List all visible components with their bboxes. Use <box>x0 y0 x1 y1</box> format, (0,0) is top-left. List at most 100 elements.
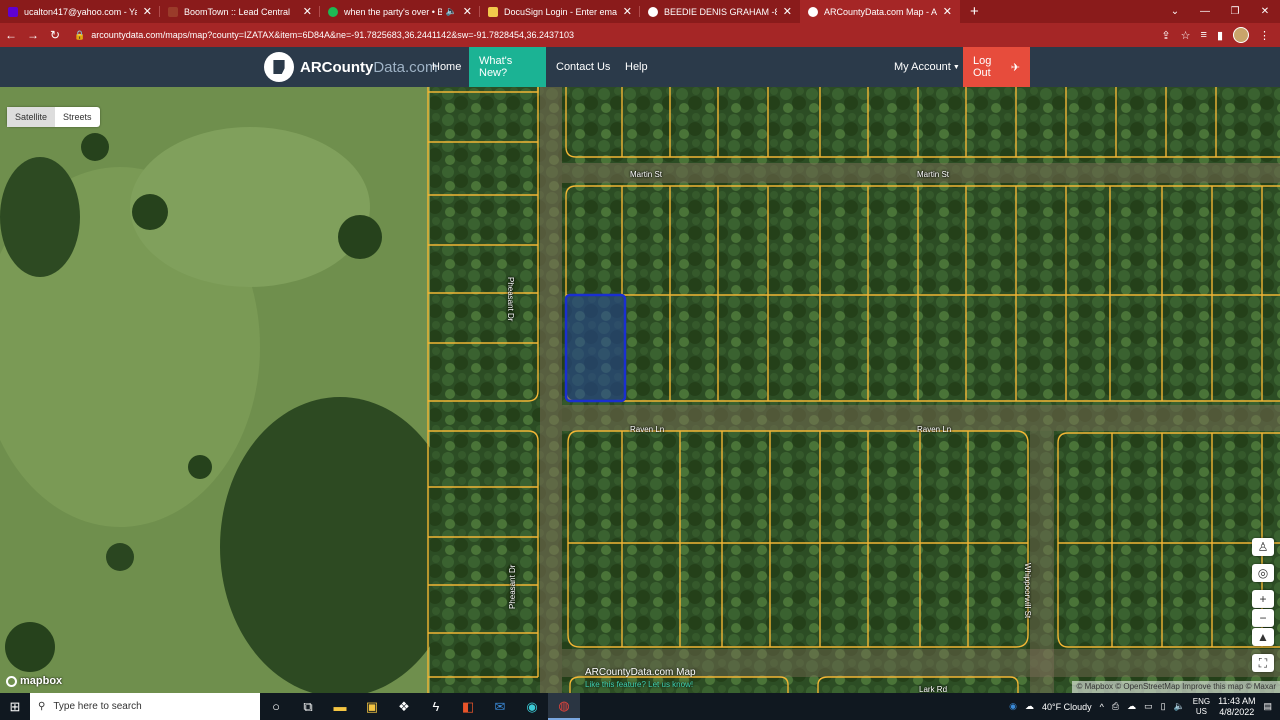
reading-list-icon[interactable]: ≡ <box>1201 29 1207 41</box>
address-bar: ← → ↻ 🔒 arcountydata.com/maps/map?county… <box>0 23 1280 47</box>
windows-start-icon[interactable]: ⊞ <box>0 699 30 715</box>
map-caption: ARCountyData.com Map Like this feature? … <box>585 667 696 689</box>
arkansas-logo-icon <box>264 52 294 82</box>
system-tray: ◉ ☁ 40°F Cloudy ^ ⎙ ☁ ▭ ▯ 🔈 ENG US 11:43 … <box>1009 696 1280 718</box>
tray-icon[interactable]: ▭ <box>1144 701 1153 712</box>
arcounty-icon <box>808 6 818 17</box>
zoom-out-icon[interactable]: − <box>1252 609 1274 627</box>
cortana-icon[interactable]: ○ <box>260 693 292 720</box>
pegman-icon[interactable]: ♙ <box>1252 538 1274 556</box>
fullscreen-icon[interactable]: ⛶ <box>1252 654 1274 672</box>
search-icon: ⚲ <box>38 701 46 712</box>
mapbox-icon <box>6 675 17 687</box>
back-icon[interactable]: ← <box>0 28 22 42</box>
close-tab-icon[interactable]: ✕ <box>623 5 632 18</box>
streets-button[interactable]: Streets <box>55 107 100 127</box>
onedrive-icon[interactable]: ☁ <box>1127 701 1136 712</box>
close-tab-icon[interactable]: ✕ <box>943 5 952 18</box>
parcel-map[interactable]: Satellite Streets Martin St Martin St Ra… <box>0 87 1280 693</box>
tab-beedie[interactable]: BEEDIE DENIS GRAHAM -800-09✕ <box>640 0 800 23</box>
reload-icon[interactable]: ↻ <box>44 28 66 42</box>
tab-yahoo-mail[interactable]: ucalton417@yahoo.com - Yahoo✕ <box>0 0 160 23</box>
street-label-whippoorwill: Whippoorwill St <box>1023 563 1032 619</box>
satellite-button[interactable]: Satellite <box>7 107 56 127</box>
show-hidden-icons[interactable]: ^ <box>1100 702 1104 712</box>
site-logo[interactable]: ARCounty Data.com <box>264 52 438 82</box>
close-tab-icon[interactable]: ✕ <box>783 5 792 18</box>
caret-down-icon: ▼ <box>952 63 960 71</box>
locate-icon[interactable]: ◎ <box>1252 564 1274 582</box>
file-explorer-icon[interactable]: ▬ <box>324 693 356 720</box>
nav-help[interactable]: Help <box>615 47 658 87</box>
url-field[interactable]: 🔒 arcountydata.com/maps/map?county=IZATA… <box>74 30 574 41</box>
selected-parcel[interactable] <box>564 293 627 403</box>
tab-docusign[interactable]: DocuSign Login - Enter email to✕ <box>480 0 640 23</box>
tree-cluster <box>220 397 460 693</box>
restore-icon[interactable]: ❐ <box>1220 0 1250 23</box>
site-navbar: ARCounty Data.com Home What's New? Contac… <box>0 47 1280 87</box>
tab-boomtown[interactable]: BoomTown :: Lead Central ✕ <box>160 0 320 23</box>
sidepanel-icon[interactable]: ▮ <box>1217 29 1223 42</box>
basemap-toggle: Satellite Streets <box>7 107 100 127</box>
nav-log-out[interactable]: Log Out ✈ <box>963 47 1030 87</box>
street-label-martin: Martin St <box>630 170 663 179</box>
weather-icon[interactable]: ☁ <box>1025 701 1034 712</box>
tab-search-icon[interactable]: ⌄ <box>1160 0 1190 23</box>
spotify-icon <box>328 6 338 17</box>
mail-icon[interactable]: ✉ <box>484 693 516 720</box>
browser-tabstrip: ucalton417@yahoo.com - Yahoo✕ BoomTown :… <box>0 0 1280 23</box>
street-label-lark: Lark Rd <box>919 685 948 693</box>
profile-avatar[interactable] <box>1233 27 1249 43</box>
forward-icon[interactable]: → <box>22 28 44 42</box>
screen: ucalton417@yahoo.com - Yahoo✕ BoomTown :… <box>0 0 1280 720</box>
street-label-raven: Raven Ln <box>917 425 952 434</box>
new-tab-button[interactable]: + <box>960 0 989 23</box>
globe-icon <box>648 6 658 17</box>
tray-icon[interactable]: ⎙ <box>1112 701 1119 712</box>
volume-icon[interactable]: 🔈 <box>1174 701 1185 712</box>
nav-contact-us[interactable]: Contact Us <box>546 47 620 87</box>
taskbar-search[interactable]: ⚲ Type here to search <box>30 693 260 720</box>
street-label-raven: Raven Ln <box>630 425 665 434</box>
notifications-icon[interactable]: ▤ <box>1263 701 1272 712</box>
edge-icon[interactable]: ◉ <box>516 693 548 720</box>
minimize-icon[interactable]: — <box>1190 0 1220 23</box>
windows-taskbar: ⊞ ⚲ Type here to search ○ ⧉ ▬ ▣ ❖ ϟ ◧ ✉ … <box>0 693 1280 720</box>
dropbox-icon[interactable]: ❖ <box>388 693 420 720</box>
bolt-app-icon[interactable]: ϟ <box>420 693 452 720</box>
share-icon[interactable]: ⇪ <box>1161 29 1170 42</box>
rocket-icon: ✈ <box>1010 61 1020 74</box>
close-tab-icon[interactable]: ✕ <box>463 5 472 18</box>
tab-arcountydata[interactable]: ARCountyData.com Map - ARCo✕ <box>800 0 960 23</box>
docusign-icon <box>488 6 498 17</box>
zoom-in-icon[interactable]: + <box>1252 590 1274 608</box>
menu-kebab-icon[interactable]: ⋮ <box>1259 29 1270 42</box>
bookmark-star-icon[interactable]: ☆ <box>1181 29 1191 42</box>
weather-text[interactable]: 40°F Cloudy <box>1042 702 1092 712</box>
tab-spotify[interactable]: when the party's over • Billie🔈✕ <box>320 0 480 23</box>
lock-icon[interactable]: 🔒 <box>74 30 85 41</box>
street-label-pheasant: Pheasant Dr <box>506 277 515 322</box>
close-window-icon[interactable]: ✕ <box>1250 0 1280 23</box>
nav-whats-new[interactable]: What's New? <box>469 47 546 87</box>
yahoo-mail-icon <box>8 6 18 17</box>
map-attribution[interactable]: © Mapbox © OpenStreetMap Improve this ma… <box>1072 681 1280 693</box>
nav-home[interactable]: Home <box>422 47 471 87</box>
nav-my-account[interactable]: My Account ▼ <box>884 47 970 87</box>
language-indicator[interactable]: ENG US <box>1193 697 1210 717</box>
window-controls: ⌄ — ❐ ✕ <box>1160 0 1280 23</box>
compass-icon[interactable]: ▲ <box>1252 628 1274 646</box>
feedback-link[interactable]: Like this feature? Let us know! <box>585 680 696 689</box>
clock[interactable]: 11:43 AM 4/8/2022 <box>1218 696 1255 718</box>
close-tab-icon[interactable]: ✕ <box>143 5 152 18</box>
toolbar-icons: ⇪ ☆ ≡ ▮ ⋮ <box>1161 27 1280 43</box>
close-tab-icon[interactable]: ✕ <box>303 5 312 18</box>
speaker-icon[interactable]: 🔈 <box>446 6 457 17</box>
chrome-icon[interactable]: ◍ <box>548 693 580 720</box>
office-icon[interactable]: ◧ <box>452 693 484 720</box>
task-view-icon[interactable]: ⧉ <box>292 693 324 720</box>
network-icon[interactable]: ▯ <box>1161 701 1166 712</box>
tray-app-icon[interactable]: ◉ <box>1009 701 1017 712</box>
mapbox-logo[interactable]: mapbox <box>6 675 62 687</box>
store-icon[interactable]: ▣ <box>356 693 388 720</box>
